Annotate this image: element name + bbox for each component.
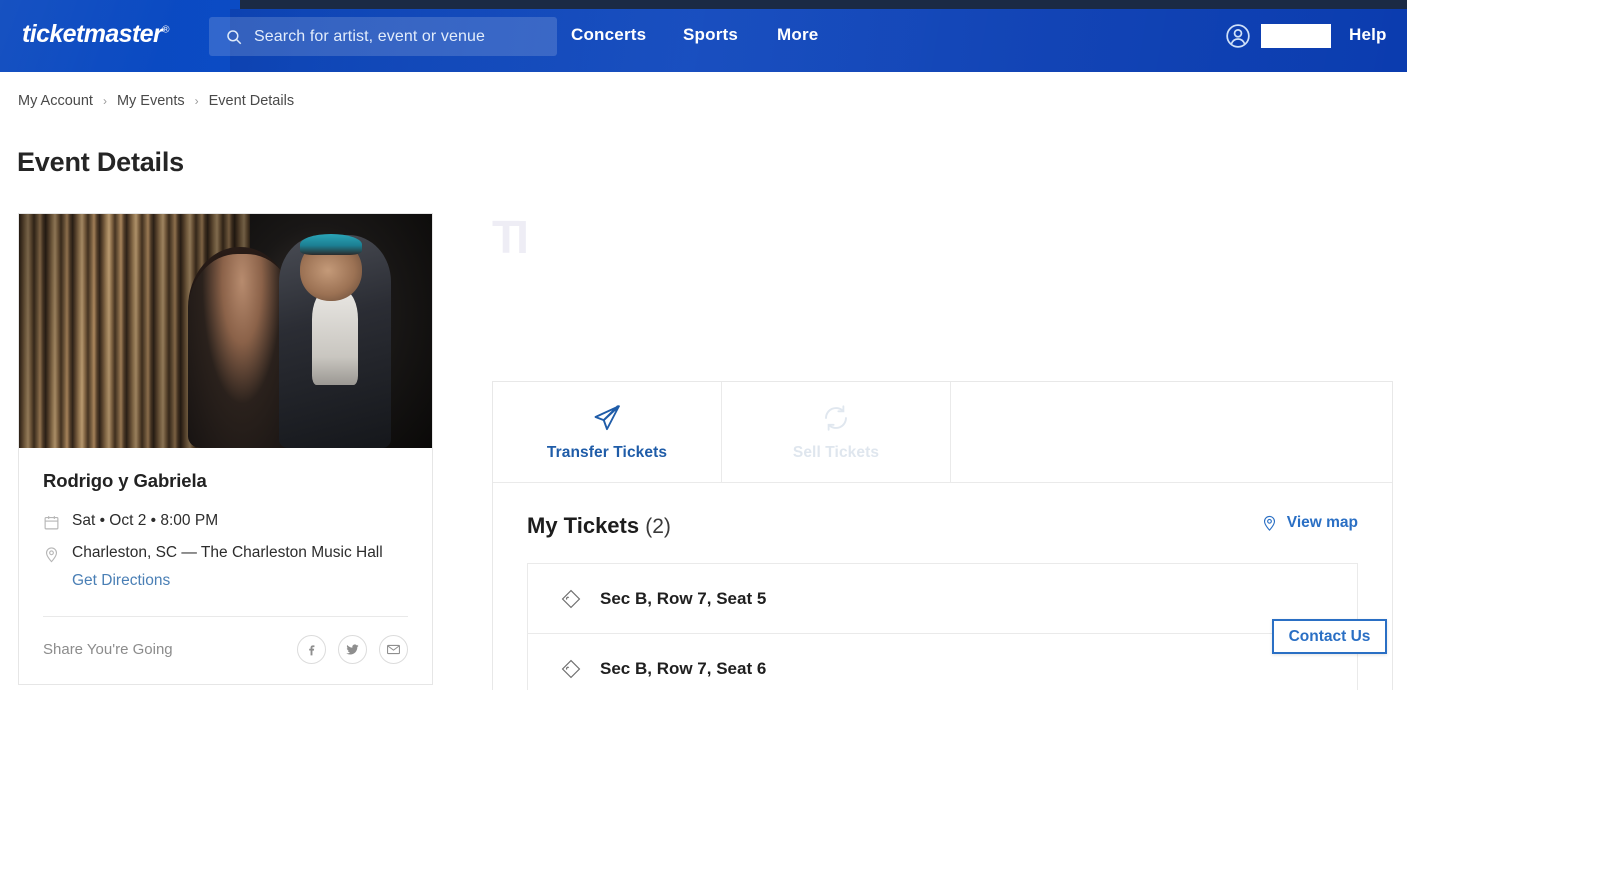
- calendar-icon: [44, 516, 59, 530]
- my-tickets-header: My Tickets (2) View map: [527, 513, 1358, 539]
- event-date-text: Sat • Oct 2 • 8:00 PM: [72, 512, 219, 529]
- breadcrumb: My Account › My Events › Event Details: [18, 93, 294, 109]
- render-artifact: TI: [492, 215, 526, 263]
- share-row: Share You're Going: [43, 617, 408, 684]
- map-pin-icon: [45, 547, 58, 563]
- email-icon: [387, 644, 400, 655]
- nav-item-more[interactable]: More: [777, 25, 818, 45]
- breadcrumb-item-my-account[interactable]: My Account: [18, 93, 93, 109]
- ticketmaster-logo[interactable]: ticketmaster®: [22, 22, 169, 47]
- my-tickets-count: (2): [645, 515, 671, 538]
- tab-transfer-label: Transfer Tickets: [546, 443, 668, 461]
- account-circle-icon[interactable]: [1225, 23, 1251, 49]
- ticket-list: Sec B, Row 7, Seat 5 Sec B, Row 7, Seat …: [527, 563, 1358, 690]
- nav-item-sports[interactable]: Sports: [683, 25, 738, 45]
- view-map-label: View map: [1286, 514, 1358, 531]
- event-date-row: Sat • Oct 2 • 8:00 PM: [43, 512, 408, 532]
- event-image: [19, 214, 432, 448]
- logo-text: ticketmaster: [22, 20, 163, 48]
- tab-transfer-tickets[interactable]: Transfer Tickets: [493, 382, 722, 482]
- photo-figure-man-shirt: [312, 291, 358, 385]
- breadcrumb-item-event-details[interactable]: Event Details: [209, 93, 294, 109]
- facebook-share-button[interactable]: [297, 635, 326, 664]
- search-input[interactable]: Search for artist, event or venue: [209, 17, 557, 56]
- email-share-button[interactable]: [379, 635, 408, 664]
- table-row[interactable]: Sec B, Row 7, Seat 6: [528, 634, 1357, 690]
- my-tickets-heading: My Tickets: [527, 513, 640, 538]
- chevron-right-icon: ›: [194, 94, 199, 108]
- tab-empty-slot: [951, 382, 1392, 482]
- view-map-link[interactable]: View map: [1261, 513, 1358, 533]
- chevron-right-icon: ›: [102, 94, 107, 108]
- share-icons: [297, 635, 408, 664]
- nav-item-concerts[interactable]: Concerts: [571, 25, 646, 45]
- ticket-diamond-icon: [561, 589, 581, 608]
- event-location-text: Charleston, SC — The Charleston Music Ha…: [72, 544, 383, 561]
- breadcrumb-item-my-events[interactable]: My Events: [117, 93, 185, 109]
- twitter-icon: [346, 644, 359, 655]
- my-tickets-section: My Tickets (2) View map Sec B, Row 7, Se…: [493, 483, 1392, 690]
- ticket-diamond-icon: [561, 659, 581, 678]
- search-icon: [227, 29, 242, 44]
- share-label: Share You're Going: [43, 641, 173, 658]
- help-link[interactable]: Help: [1349, 25, 1387, 45]
- photo-figure-man-hair: [299, 233, 362, 255]
- event-card: Rodrigo y Gabriela Sat • Oct 2 • 8:00 PM…: [18, 213, 433, 685]
- contact-us-button[interactable]: Contact Us: [1272, 619, 1387, 654]
- paper-plane-icon: [594, 404, 620, 430]
- registered-mark-icon: ®: [162, 24, 169, 36]
- event-location-row: Charleston, SC — The Charleston Music Ha…: [43, 544, 408, 564]
- refresh-circle-icon: [825, 404, 847, 431]
- tickets-panel: Transfer Tickets Sell Tickets My Tickets…: [492, 381, 1393, 690]
- my-tickets-title: My Tickets (2): [527, 513, 671, 539]
- table-row[interactable]: Sec B, Row 7, Seat 5: [528, 564, 1357, 634]
- event-name: Rodrigo y Gabriela: [43, 470, 207, 491]
- get-directions-link[interactable]: Get Directions: [72, 572, 408, 590]
- search-placeholder: Search for artist, event or venue: [254, 27, 485, 45]
- page-title: Event Details: [17, 147, 184, 177]
- tab-sell-label: Sell Tickets: [792, 443, 880, 461]
- site-header: ticketmaster® Search for artist, event o…: [0, 0, 1407, 72]
- ticket-seat-label: Sec B, Row 7, Seat 6: [600, 658, 767, 678]
- username-redaction[interactable]: [1261, 24, 1331, 48]
- ticket-seat-label: Sec B, Row 7, Seat 5: [600, 588, 767, 608]
- map-pin-icon: [1263, 515, 1275, 531]
- facebook-icon: [309, 645, 315, 656]
- twitter-share-button[interactable]: [338, 635, 367, 664]
- tab-sell-tickets: Sell Tickets: [722, 382, 951, 482]
- action-tabs: Transfer Tickets Sell Tickets: [493, 382, 1392, 483]
